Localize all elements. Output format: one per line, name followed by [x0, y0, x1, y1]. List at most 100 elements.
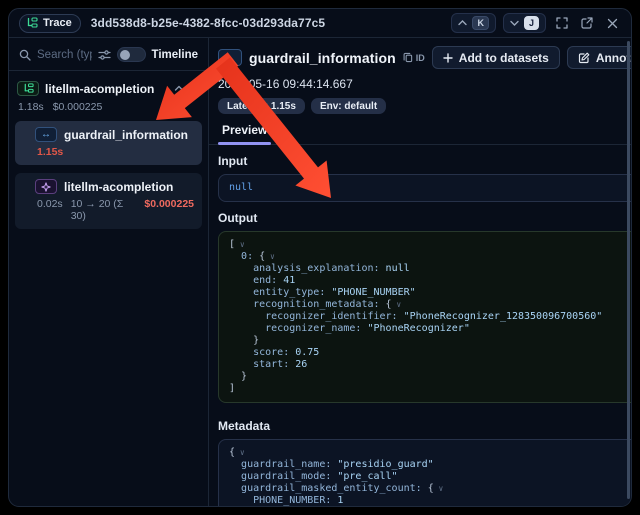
plus-icon [443, 53, 453, 63]
tab-bar: Preview [209, 123, 632, 145]
item-duration: 0.02s [37, 198, 63, 222]
code-token [229, 359, 253, 370]
json-key: score: [253, 347, 295, 358]
json-key: guardrail_mode: [241, 471, 337, 482]
chevron-down-icon [510, 20, 519, 26]
collapse-chevron-icon[interactable]: ∨ [392, 300, 402, 309]
json-key: analysis_explanation: [253, 263, 385, 274]
code-line: { ∨ [229, 447, 632, 459]
json-bracket: ] [229, 383, 235, 394]
code-line: [ ∨ [229, 239, 632, 251]
sparkle-icon [41, 182, 51, 192]
annotate-button-group: Annotate [567, 46, 632, 69]
tree-item-name: litellm-acompletion [64, 180, 173, 194]
add-to-datasets-button[interactable]: Add to datasets [432, 46, 560, 69]
code-line: PHONE_NUMBER: 1 [229, 495, 632, 507]
tab-preview[interactable]: Preview [218, 123, 271, 144]
trace-type-badge: Trace [19, 14, 81, 33]
code-line: entity_type: "PHONE_NUMBER" [229, 287, 632, 299]
json-value: 26 [295, 359, 307, 370]
item-duration: 1.15s [37, 146, 63, 158]
json-key: guardrail_name: [241, 459, 337, 470]
observation-timestamp: 2025-05-16 09:44:14.667 [218, 77, 632, 91]
timeline-toggle[interactable] [117, 47, 146, 62]
code-line: } [229, 335, 632, 347]
code-line: recognizer_name: "PhoneRecognizer" [229, 323, 632, 335]
code-token [229, 471, 241, 482]
search-input[interactable] [37, 49, 92, 61]
external-link-icon [581, 17, 593, 29]
id-label: ID [416, 53, 425, 63]
code-line: guardrail_name: "presidio_guard" [229, 459, 632, 471]
input-value: null [229, 182, 253, 193]
collapse-all-icon[interactable] [190, 84, 200, 93]
maximize-icon [556, 17, 568, 29]
code-line: ] [229, 383, 632, 395]
json-value: "PHONE_NUMBER" [331, 287, 415, 298]
code-token [229, 311, 265, 322]
code-token [229, 263, 253, 274]
expand-all-icon[interactable] [174, 84, 184, 93]
span-glyph: ↔ [225, 52, 236, 64]
trace-detail-window: Trace 3dd538d8-b25e-4382-8fcc-03d293da77… [8, 8, 632, 507]
code-line: } [229, 371, 632, 383]
code-line: recognition_metadata: { ∨ [229, 299, 632, 311]
tree-item-guardrail-information[interactable]: ↔ guardrail_information 1.15s [15, 121, 202, 165]
env-badge: Env: default [311, 98, 386, 114]
code-token [229, 251, 241, 262]
top-bar: Trace 3dd538d8-b25e-4382-8fcc-03d293da77… [9, 9, 631, 38]
next-item-button[interactable]: J [503, 13, 546, 33]
page-title: guardrail_information [249, 50, 396, 66]
search-icon [19, 49, 31, 61]
span-type-icon: ↔ [218, 49, 242, 66]
collapse-chevron-icon[interactable]: ∨ [235, 448, 245, 457]
tree-root-name: litellm-acompletion [45, 82, 154, 96]
json-key: recognizer_identifier: [265, 311, 403, 322]
json-value: 1 [337, 495, 343, 506]
tree-root-litellm-acompletion[interactable]: litellm-acompletion [15, 79, 202, 98]
code-line: start: 26 [229, 359, 632, 371]
span-node-icon: ↔ [35, 127, 57, 142]
list-tree-icon [26, 17, 38, 29]
json-key: 0: [241, 251, 259, 262]
collapse-chevron-icon[interactable]: ∨ [265, 252, 275, 261]
code-token [229, 495, 253, 506]
item-cost: $0.000225 [144, 198, 194, 222]
chevron-up-icon [458, 20, 467, 26]
code-token [229, 335, 253, 346]
open-in-new-tab-button[interactable] [578, 14, 596, 32]
trace-tree-sidebar: Timeline litellm-acompletion [9, 38, 209, 506]
code-line: 0: { ∨ [229, 251, 632, 263]
item-token-usage: 10 → 20 (Σ 30) [71, 198, 137, 222]
code-line: guardrail_mode: "pre_call" [229, 471, 632, 483]
expand-fullscreen-button[interactable] [553, 14, 571, 32]
code-token [229, 287, 253, 298]
trace-badge-label: Trace [43, 17, 72, 29]
copy-icon [403, 52, 413, 63]
json-bracket: } [241, 371, 247, 382]
close-panel-button[interactable] [603, 14, 621, 32]
json-value: 41 [283, 275, 295, 286]
active-tab-underline [218, 142, 271, 145]
copy-id-button[interactable]: ID [403, 52, 425, 63]
prev-item-button[interactable]: K [451, 13, 496, 33]
vertical-scrollbar[interactable] [627, 41, 630, 499]
tree-item-litellm-acompletion[interactable]: litellm-acompletion 0.02s 10 → 20 (Σ 30)… [15, 173, 202, 229]
collapse-chevron-icon[interactable]: ∨ [434, 484, 444, 493]
collapse-chevron-icon[interactable]: ∨ [235, 240, 245, 249]
json-value: null [386, 263, 410, 274]
code-token [229, 323, 265, 334]
code-token [229, 459, 241, 470]
annotate-button[interactable]: Annotate [568, 47, 632, 68]
span-glyph: ↔ [41, 129, 51, 140]
code-line: analysis_explanation: null [229, 263, 632, 275]
timeline-toggle-label: Timeline [152, 49, 198, 61]
json-value: "presidio_guard" [337, 459, 433, 470]
filter-sliders-icon[interactable] [98, 49, 111, 61]
output-section-title: Output [218, 211, 257, 225]
code-token [229, 275, 253, 286]
code-line: recognizer_identifier: "PhoneRecognizer_… [229, 311, 632, 323]
json-value: 0.75 [295, 347, 319, 358]
json-value: "PhoneRecognizer_128350096700560" [404, 311, 603, 322]
json-key: PHONE_NUMBER: [253, 495, 337, 506]
